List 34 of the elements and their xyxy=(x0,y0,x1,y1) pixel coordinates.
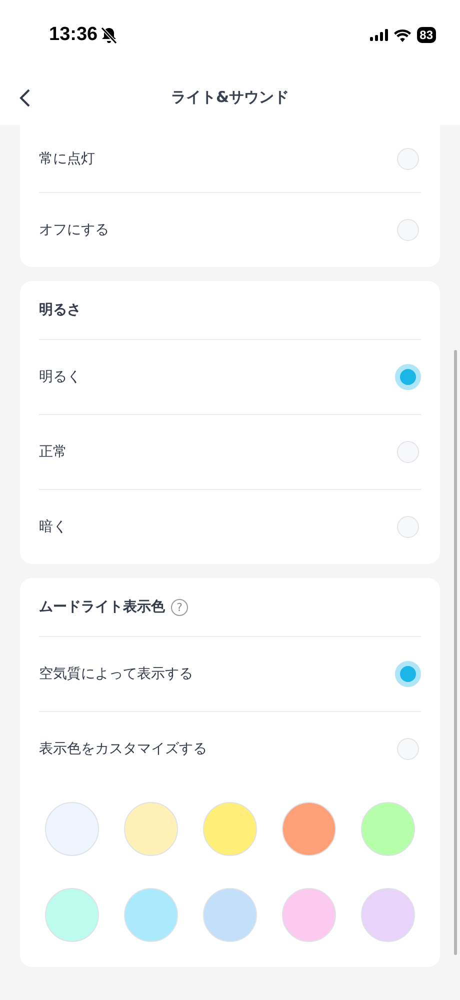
radio-button[interactable] xyxy=(397,148,419,170)
radio-button[interactable] xyxy=(395,661,421,687)
color-swatch[interactable] xyxy=(45,802,99,856)
bell-muted-icon xyxy=(100,26,117,44)
page-title: ライト&サウンド xyxy=(170,88,290,107)
option-label: 暗く xyxy=(39,518,67,536)
clock-time: 13:36 xyxy=(49,24,98,46)
section-title: 明るさ xyxy=(39,301,81,319)
radio-button[interactable] xyxy=(397,441,419,463)
option-label: 常に点灯 xyxy=(39,150,95,168)
color-swatch[interactable] xyxy=(45,888,99,942)
option-label: 正常 xyxy=(39,443,67,461)
color-swatch[interactable] xyxy=(282,802,336,856)
radio-button[interactable] xyxy=(397,219,419,241)
wifi-icon xyxy=(394,28,411,42)
radio-button[interactable] xyxy=(397,738,419,760)
battery-level: 83 xyxy=(416,27,436,43)
option-label: オフにする xyxy=(39,221,109,239)
color-swatch[interactable] xyxy=(203,802,257,856)
color-swatch[interactable] xyxy=(124,802,178,856)
color-swatch[interactable] xyxy=(203,888,257,942)
color-swatch[interactable] xyxy=(124,888,178,942)
radio-button[interactable] xyxy=(395,364,421,390)
color-swatch[interactable] xyxy=(361,888,415,942)
option-label: 表示色をカスタマイズする xyxy=(39,740,207,758)
radio-button[interactable] xyxy=(397,516,419,538)
option-label: 空気質によって表示する xyxy=(39,665,193,683)
color-swatch[interactable] xyxy=(282,888,336,942)
help-icon[interactable]: ? xyxy=(171,598,188,616)
color-swatch[interactable] xyxy=(361,802,415,856)
section-title: ムードライト表示色 xyxy=(39,598,165,616)
chevron-left-icon xyxy=(18,88,32,108)
signal-icon xyxy=(370,29,388,41)
option-label: 明るく xyxy=(39,368,81,386)
